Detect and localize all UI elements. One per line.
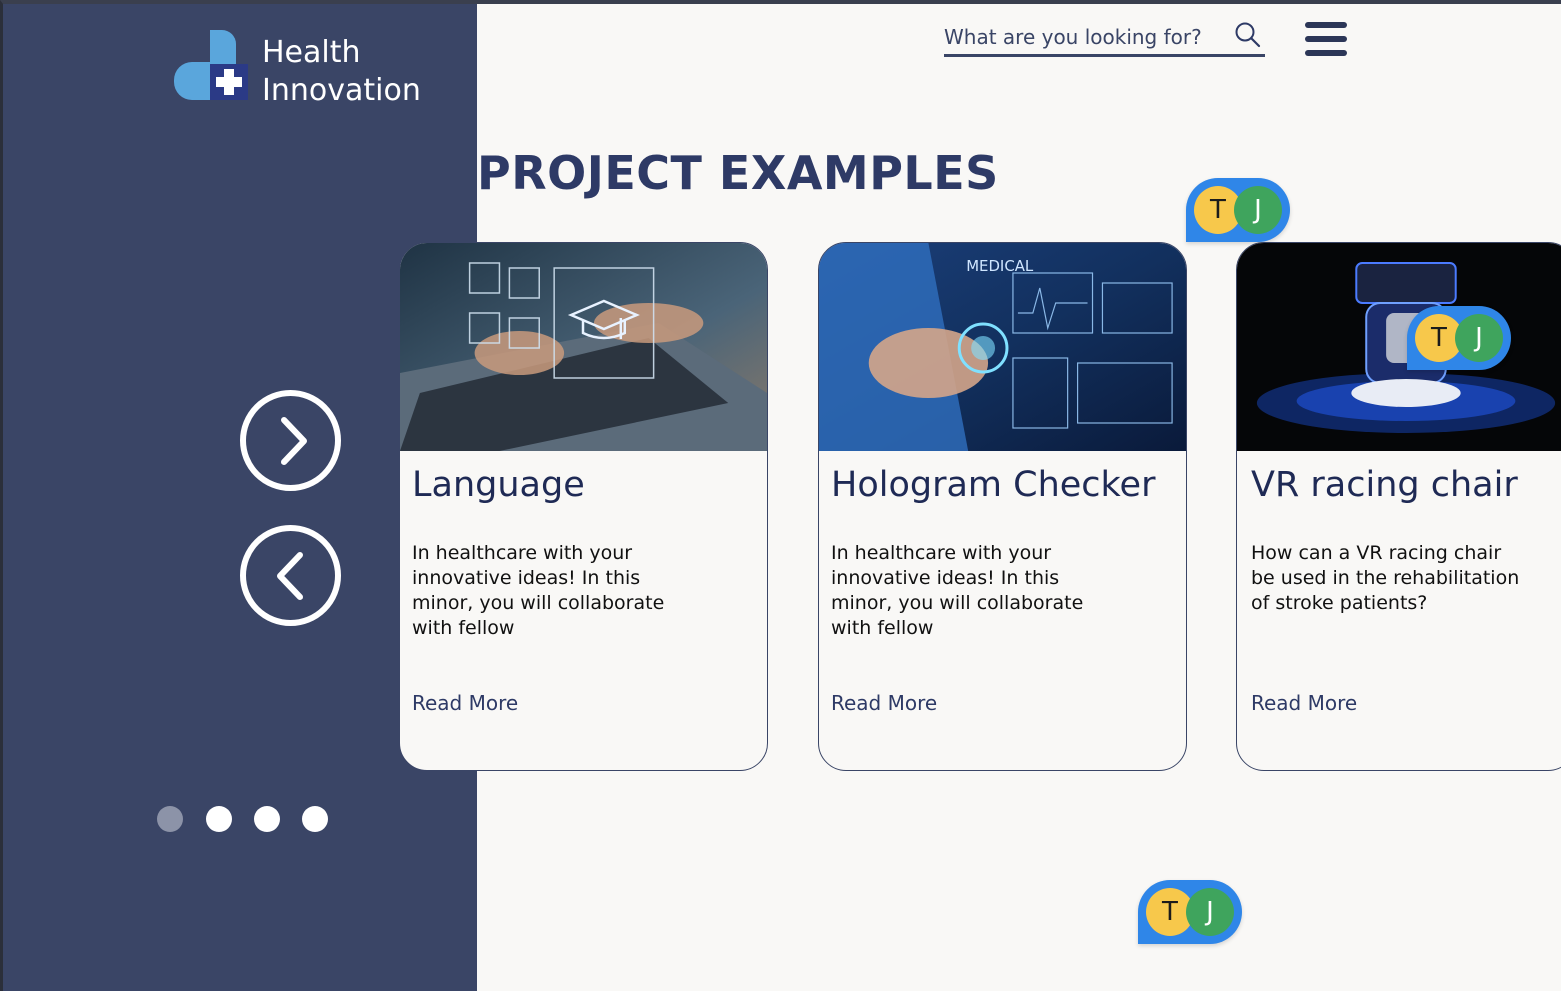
- card-description: In healthcare with your innovative ideas…: [412, 542, 665, 639]
- carousel-dot-1[interactable]: [157, 806, 183, 832]
- avatar-j: J: [1186, 888, 1234, 936]
- health-cross-logo-icon: [174, 30, 248, 100]
- chevron-right-icon: [281, 417, 307, 465]
- carousel-dot-4[interactable]: [302, 806, 328, 832]
- search-icon[interactable]: [1235, 22, 1261, 48]
- vr-chair-card-image: [1237, 243, 1561, 451]
- page-title: PROJECT EXAMPLES: [477, 146, 999, 200]
- search-bar: [944, 20, 1265, 57]
- project-card-hologram-checker[interactable]: MEDICAL Hologram Checker In healthcare w…: [818, 242, 1187, 771]
- brand-name-line1: Health: [262, 35, 361, 70]
- hologram-medical-label: MEDICAL: [966, 257, 1034, 275]
- collaborator-cursor-bubble[interactable]: T J: [1407, 306, 1511, 370]
- card-description: In healthcare with your innovative ideas…: [831, 542, 1084, 639]
- carousel-dot-3[interactable]: [254, 806, 280, 832]
- collaborator-cursor-bubble[interactable]: T J: [1138, 880, 1242, 944]
- read-more-link[interactable]: Read More: [831, 691, 937, 715]
- search-input[interactable]: [944, 22, 1224, 52]
- card-title: Hologram Checker: [831, 465, 1156, 505]
- card-title: VR racing chair: [1251, 465, 1518, 505]
- language-card-image: [400, 243, 767, 451]
- carousel-dot-2[interactable]: [206, 806, 232, 832]
- card-title: Language: [412, 465, 585, 505]
- card-description: How can a VR racing chair be used in the…: [1251, 542, 1520, 614]
- hamburger-menu-icon[interactable]: [1305, 22, 1347, 56]
- project-card-vr-racing-chair[interactable]: VR racing chair How can a VR racing chai…: [1236, 242, 1561, 771]
- chevron-left-icon: [277, 552, 303, 600]
- brand-name: Health Innovation: [262, 34, 421, 110]
- brand-logo[interactable]: Health Innovation: [174, 30, 434, 110]
- avatar-j: J: [1455, 314, 1503, 362]
- avatar-j: J: [1234, 186, 1282, 234]
- read-more-link[interactable]: Read More: [1251, 691, 1357, 715]
- hologram-card-image: MEDICAL: [819, 243, 1186, 451]
- project-card-language[interactable]: Language In healthcare with your innovat…: [399, 242, 768, 771]
- carousel-next-button[interactable]: [240, 390, 341, 491]
- carousel-prev-button[interactable]: [240, 525, 341, 626]
- read-more-link[interactable]: Read More: [412, 691, 518, 715]
- brand-name-line2: Innovation: [262, 73, 421, 108]
- collaborator-cursor-bubble[interactable]: T J: [1186, 178, 1290, 242]
